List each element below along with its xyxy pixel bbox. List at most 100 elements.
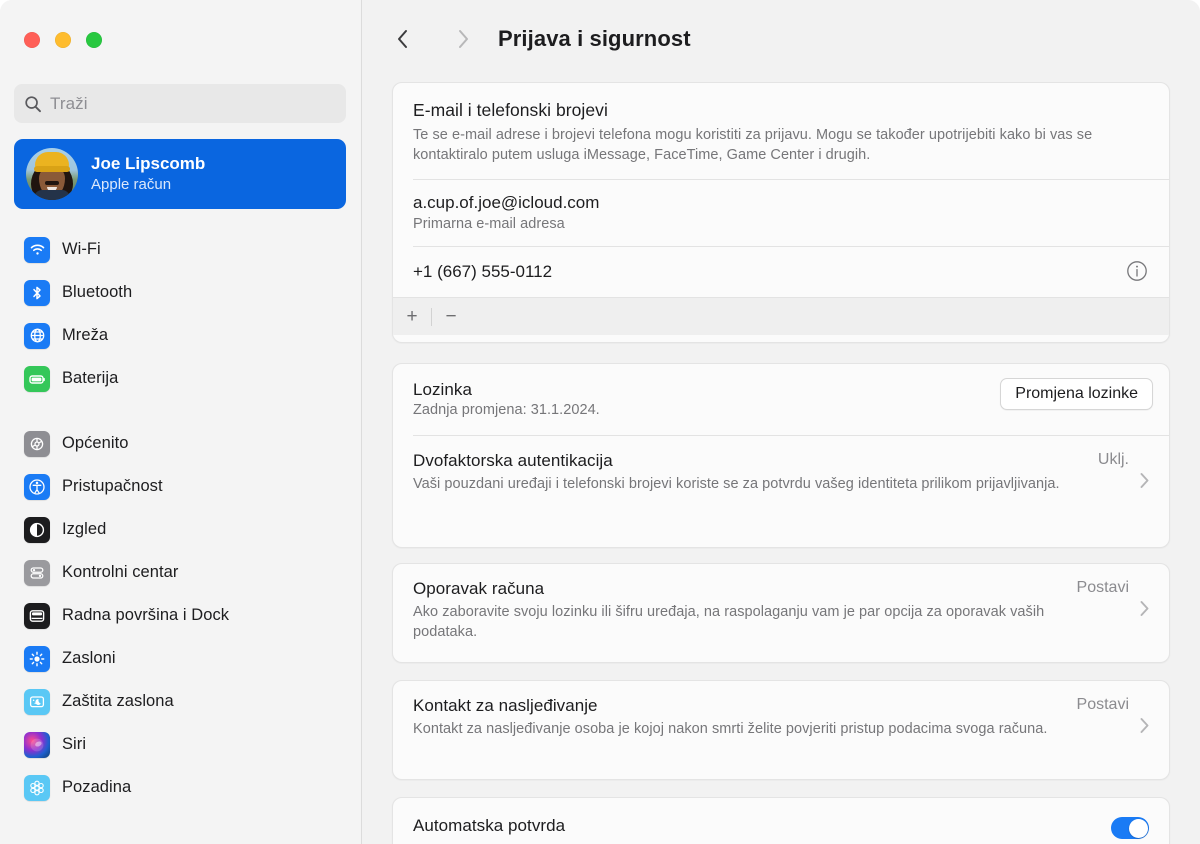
- chevron-left-icon: [398, 30, 407, 48]
- email-section-header: E-mail i telefonski brojevi Te se e-mail…: [393, 83, 1169, 179]
- legacy-contact-status: Postavi: [1076, 696, 1129, 713]
- account-subtitle: Apple račun: [91, 176, 172, 193]
- wifi-icon: [24, 236, 50, 263]
- account-recovery-status: Postavi: [1076, 579, 1129, 596]
- auto-verify-toggle[interactable]: [1111, 817, 1149, 839]
- chevron-right-icon: [459, 30, 468, 48]
- sidebar-item-siri[interactable]: Siri: [14, 723, 348, 766]
- sidebar: Traži Joe Lipscomb Apple račun Wi-Fi Blu…: [0, 0, 362, 844]
- sidebar-item-label: Wi-Fi: [62, 240, 101, 258]
- primary-email-row[interactable]: a.cup.of.joe@icloud.com Primarna e-mail …: [393, 180, 1169, 246]
- sidebar-item-bluetooth[interactable]: Bluetooth: [14, 271, 348, 314]
- auto-verify-card: Automatska potvrda: [392, 797, 1170, 844]
- auto-verify-title: Automatska potvrda: [413, 816, 566, 835]
- info-circle-icon: [1127, 261, 1147, 281]
- siri-icon: [24, 731, 50, 758]
- account-recovery-row[interactable]: Oporavak računa Ako zaboravite svoju loz…: [393, 564, 1169, 658]
- window-controls: [24, 32, 102, 48]
- email-section-title: E-mail i telefonski brojevi: [413, 100, 608, 120]
- legacy-contact-disclosure[interactable]: [1139, 717, 1150, 734]
- control-center-icon: [24, 559, 50, 586]
- two-factor-title: Dvofaktorska autentikacija: [413, 451, 613, 470]
- bluetooth-icon: [24, 279, 50, 306]
- battery-icon: [24, 365, 50, 392]
- sidebar-item-apple-account[interactable]: Joe Lipscomb Apple račun: [14, 139, 346, 209]
- sidebar-item-label: Bluetooth: [62, 283, 133, 301]
- account-recovery-disclosure[interactable]: [1139, 600, 1150, 617]
- sidebar-item-label: Izgled: [62, 520, 107, 538]
- sidebar-item-wifi[interactable]: Wi-Fi: [14, 228, 348, 271]
- account-name: Joe Lipscomb: [91, 154, 206, 173]
- search-placeholder: Traži: [50, 93, 88, 113]
- appearance-icon: [24, 516, 50, 543]
- gear-icon: [24, 430, 50, 457]
- two-factor-disclosure[interactable]: [1139, 472, 1150, 489]
- screensaver-icon: [24, 688, 50, 715]
- sidebar-item-accessibility[interactable]: Pristupačnost: [14, 465, 348, 508]
- password-row: Lozinka Zadnja promjena: 31.1.2024. Prom…: [393, 364, 1169, 435]
- sidebar-item-screensaver[interactable]: Zaštita zaslona: [14, 680, 348, 723]
- sidebar-item-appearance[interactable]: Izgled: [14, 508, 348, 551]
- account-recovery-description: Ako zaboravite svoju lozinku ili šifru u…: [413, 604, 1045, 640]
- add-button[interactable]: +: [393, 298, 431, 336]
- forward-button[interactable]: [446, 22, 480, 56]
- content-toolbar: Prijava i sigurnost: [362, 0, 1200, 82]
- sidebar-item-general[interactable]: Općenito: [14, 422, 348, 465]
- two-factor-status: Uklj.: [1097, 451, 1129, 468]
- change-password-button[interactable]: Promjena lozinke: [1000, 378, 1153, 410]
- email-section-description: Te se e-mail adrese i brojevi telefona m…: [413, 127, 1093, 163]
- sidebar-item-label: Pristupačnost: [62, 477, 163, 495]
- sidebar-nav: Wi-Fi Bluetooth Mreža Baterija Općenito …: [14, 228, 348, 809]
- sidebar-item-label: Radna površina i Dock: [62, 606, 230, 624]
- auto-verify-row: Automatska potvrda: [393, 798, 1169, 839]
- sidebar-item-battery[interactable]: Baterija: [14, 357, 348, 400]
- sidebar-item-displays[interactable]: Zasloni: [14, 637, 348, 680]
- chevron-right-icon: [1140, 718, 1149, 733]
- accessibility-icon: [24, 473, 50, 500]
- phone-number: +1 (667) 555-0112: [413, 262, 553, 281]
- displays-icon: [24, 645, 50, 672]
- sidebar-item-wallpaper[interactable]: Pozadina: [14, 766, 348, 809]
- globe-icon: [24, 322, 50, 349]
- minimize-button[interactable]: [55, 32, 71, 48]
- email-address: a.cup.of.joe@icloud.com: [413, 193, 600, 212]
- search-icon: [25, 95, 41, 112]
- toggle-knob: [1128, 818, 1148, 838]
- password-and-2fa-card: Lozinka Zadnja promjena: 31.1.2024. Prom…: [392, 363, 1170, 548]
- sidebar-item-label: Siri: [62, 735, 87, 753]
- email-address-label: Primarna e-mail adresa: [413, 216, 565, 232]
- system-settings-window: Traži Joe Lipscomb Apple račun Wi-Fi Blu…: [0, 0, 1200, 844]
- sidebar-divider: [14, 400, 348, 422]
- account-recovery-title: Oporavak računa: [413, 579, 545, 598]
- sidebar-item-control-center[interactable]: Kontrolni centar: [14, 551, 348, 594]
- close-button[interactable]: [24, 32, 40, 48]
- sidebar-item-label: Kontrolni centar: [62, 563, 179, 581]
- content-pane: Prijava i sigurnost E-mail i telefonski …: [362, 0, 1200, 844]
- legacy-contact-row[interactable]: Kontakt za nasljeđivanje Kontakt za nasl…: [393, 681, 1169, 755]
- two-factor-row[interactable]: Dvofaktorska autentikacija Vaši pouzdani…: [393, 436, 1169, 511]
- wallpaper-icon: [24, 774, 50, 801]
- search-input[interactable]: Traži: [14, 84, 346, 123]
- sidebar-item-label: Općenito: [62, 434, 129, 452]
- back-button[interactable]: [386, 22, 420, 56]
- sidebar-item-label: Zasloni: [62, 649, 116, 667]
- legacy-contact-title: Kontakt za nasljeđivanje: [413, 696, 598, 715]
- zoom-button[interactable]: [86, 32, 102, 48]
- email-and-phone-card: E-mail i telefonski brojevi Te se e-mail…: [392, 82, 1170, 343]
- desktop-dock-icon: [24, 602, 50, 629]
- legacy-contact-card[interactable]: Kontakt za nasljeđivanje Kontakt za nasl…: [392, 680, 1170, 780]
- sidebar-item-desktop-dock[interactable]: Radna površina i Dock: [14, 594, 348, 637]
- avatar: [26, 148, 78, 200]
- sidebar-item-label: Zaštita zaslona: [62, 692, 174, 710]
- sidebar-item-label: Pozadina: [62, 778, 132, 796]
- sidebar-item-network[interactable]: Mreža: [14, 314, 348, 357]
- phone-number-row[interactable]: +1 (667) 555-0112: [393, 247, 1169, 297]
- info-button[interactable]: [1125, 259, 1151, 285]
- account-recovery-card[interactable]: Oporavak računa Ako zaboravite svoju loz…: [392, 563, 1170, 663]
- chevron-right-icon: [1140, 601, 1149, 616]
- sidebar-item-label: Baterija: [62, 369, 119, 387]
- page-title: Prijava i sigurnost: [498, 26, 691, 51]
- remove-button[interactable]: −: [432, 298, 470, 336]
- add-remove-toolbar: + −: [393, 297, 1169, 335]
- two-factor-description: Vaši pouzdani uređaji i telefonski broje…: [413, 476, 1060, 492]
